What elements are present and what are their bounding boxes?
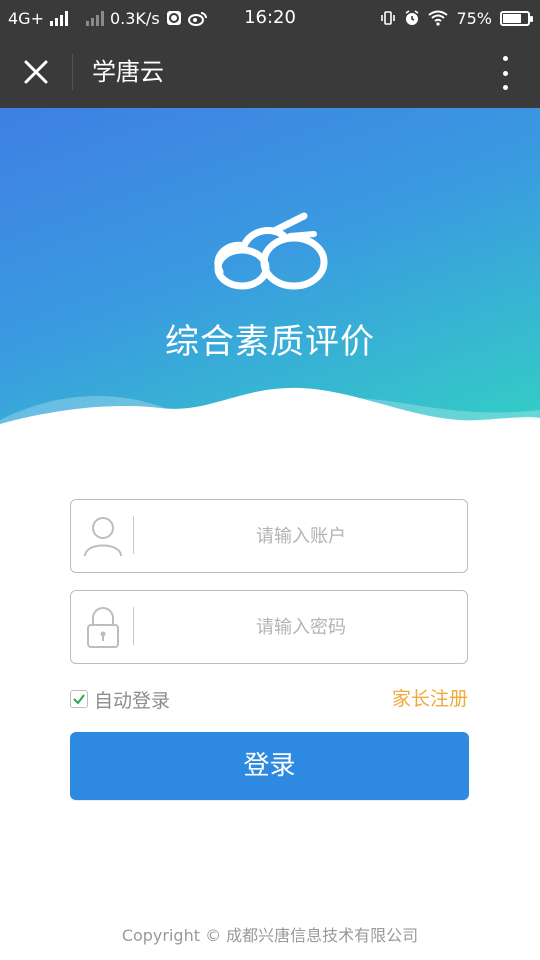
hero-banner: 综合素质评价	[0, 108, 540, 460]
lock-icon	[87, 607, 119, 648]
copyright-text: Copyright © 成都兴唐信息技术有限公司	[121, 926, 419, 945]
wave-decoration	[0, 387, 540, 460]
nav-bar: 学唐云	[0, 36, 540, 108]
battery-percent: 75%	[456, 8, 492, 28]
alarm-icon	[405, 10, 419, 25]
password-input[interactable]	[135, 591, 467, 663]
auto-login-label: 自动登录	[94, 689, 171, 712]
check-icon	[73, 694, 85, 705]
password-field[interactable]	[70, 590, 468, 664]
hero-title: 综合素质评价	[165, 322, 375, 362]
parent-register-link[interactable]: 家长注册	[392, 686, 468, 712]
battery-icon	[500, 10, 533, 26]
status-bar-right: 75%	[380, 0, 533, 36]
field-separator	[133, 516, 134, 554]
field-separator	[133, 607, 134, 645]
auto-login-checkbox[interactable]	[70, 690, 88, 708]
cloud-logo-icon	[214, 212, 328, 290]
user-icon	[84, 517, 122, 557]
auto-login-toggle[interactable]: 自动登录	[70, 686, 170, 712]
more-vertical-icon[interactable]	[498, 56, 512, 90]
login-button[interactable]: 登录	[70, 732, 469, 800]
close-icon[interactable]	[18, 54, 54, 90]
wifi-icon	[428, 10, 449, 26]
status-bar: 4G+ 0.3K/s 16:20 75%	[0, 0, 540, 36]
account-field[interactable]	[70, 499, 468, 573]
nav-divider	[72, 54, 73, 90]
account-input[interactable]	[135, 500, 467, 572]
vibrate-icon	[381, 11, 396, 25]
page-title: 学唐云	[92, 58, 164, 86]
